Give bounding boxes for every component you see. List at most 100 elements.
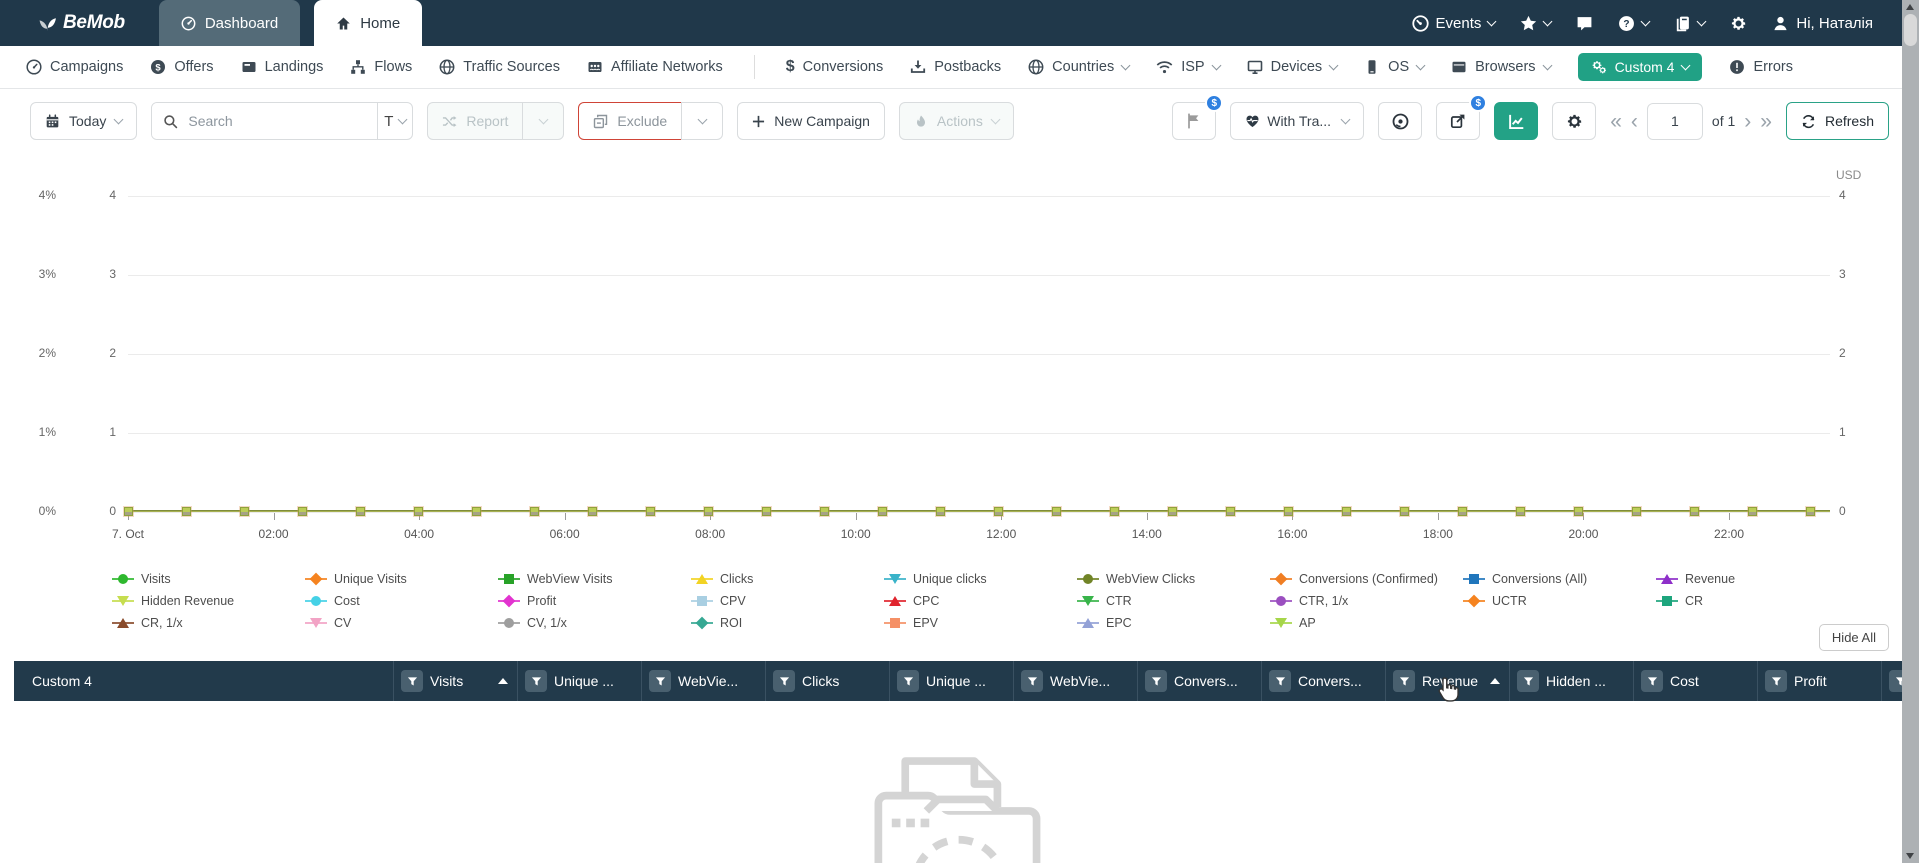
filter-icon[interactable]: [401, 670, 423, 692]
legend-item-unique-visits[interactable]: Unique Visits: [305, 572, 498, 586]
bemob-logo[interactable]: BeMob: [38, 0, 125, 46]
refresh-button[interactable]: Refresh: [1785, 102, 1889, 140]
favorites-menu[interactable]: [1520, 15, 1553, 32]
filter-icon[interactable]: [773, 670, 795, 692]
filter-icon[interactable]: [649, 670, 671, 692]
legend-item-cpv[interactable]: CPV: [691, 594, 884, 608]
legend-item-unique-clicks[interactable]: Unique clicks: [884, 572, 1077, 586]
legend-item-webview-clicks[interactable]: WebView Clicks: [1077, 572, 1270, 586]
nav-landings[interactable]: Landings: [241, 59, 323, 75]
column-header-hidden-revenue[interactable]: Hidden ...: [1510, 661, 1634, 701]
legend-item-webview-visits[interactable]: WebView Visits: [498, 572, 691, 586]
first-page-button[interactable]: «: [1610, 111, 1622, 132]
search-type-dropdown[interactable]: T: [377, 103, 412, 139]
legend-item-conversions-all[interactable]: Conversions (All): [1463, 572, 1656, 586]
legend-item-conversions-confirmed[interactable]: Conversions (Confirmed): [1270, 572, 1463, 586]
nav-devices[interactable]: Devices: [1247, 59, 1339, 75]
legend-item-cv[interactable]: CV: [305, 616, 498, 630]
new-campaign-button[interactable]: New Campaign: [737, 102, 885, 140]
legend-item-uctr[interactable]: UCTR: [1463, 594, 1656, 608]
legend-item-cv-1x[interactable]: CV, 1/x: [498, 616, 691, 630]
legend-item-ap[interactable]: AP: [1270, 616, 1463, 630]
column-header-custom-4[interactable]: Custom 4: [14, 661, 394, 701]
last-page-button[interactable]: »: [1760, 111, 1772, 132]
legend-item-visits[interactable]: Visits: [112, 572, 305, 586]
legend-item-epv[interactable]: EPV: [884, 616, 1077, 630]
actions-button[interactable]: Actions: [898, 102, 1014, 140]
column-header-unique-clicks[interactable]: Unique ...: [890, 661, 1014, 701]
prev-page-button[interactable]: ‹: [1631, 111, 1638, 132]
filter-icon[interactable]: [1021, 670, 1043, 692]
column-settings-button[interactable]: [1552, 102, 1597, 140]
search-input[interactable]: [152, 103, 378, 139]
feedback-button[interactable]: [1576, 15, 1593, 32]
nav-errors[interactable]: Errors: [1729, 59, 1793, 75]
nav-custom-4[interactable]: Custom 4: [1577, 53, 1703, 81]
page-number-input[interactable]: [1646, 102, 1703, 140]
legend-item-revenue[interactable]: Revenue: [1656, 572, 1849, 586]
filter-icon[interactable]: [897, 670, 919, 692]
visibility-button[interactable]: [1378, 102, 1423, 140]
legend-item-hidden-revenue[interactable]: Hidden Revenue: [112, 594, 305, 608]
nav-campaigns[interactable]: Campaigns: [26, 59, 123, 75]
legend-item-roi[interactable]: ROI: [691, 616, 884, 630]
column-header-visits[interactable]: Visits: [394, 661, 518, 701]
filter-icon[interactable]: [1517, 670, 1539, 692]
nav-countries[interactable]: Countries: [1028, 59, 1131, 75]
nav-flows[interactable]: Flows: [350, 59, 412, 75]
filter-icon[interactable]: [1765, 670, 1787, 692]
legend-item-cr[interactable]: CR: [1656, 594, 1849, 608]
column-header-profit[interactable]: Profit: [1758, 661, 1882, 701]
settings-button[interactable]: [1730, 15, 1747, 32]
help-menu[interactable]: ?: [1618, 15, 1651, 32]
column-header-webview-visits[interactable]: WebVie...: [642, 661, 766, 701]
legend-item-cost[interactable]: Cost: [305, 594, 498, 608]
legend-item-cr-1x[interactable]: CR, 1/x: [112, 616, 305, 630]
nav-conversions[interactable]: $ Conversions: [786, 59, 884, 76]
filter-icon[interactable]: [525, 670, 547, 692]
scroll-down-arrow[interactable]: [1906, 853, 1914, 859]
legend-item-clicks[interactable]: Clicks: [691, 572, 884, 586]
tab-home[interactable]: Home: [314, 0, 423, 46]
legend-item-cpc[interactable]: CPC: [884, 594, 1077, 608]
tab-dashboard[interactable]: Dashboard: [158, 0, 301, 46]
vertical-scrollbar[interactable]: [1902, 0, 1919, 863]
nav-affiliate-networks[interactable]: Affiliate Networks: [587, 59, 723, 75]
filter-icon[interactable]: [1145, 670, 1167, 692]
filter-icon[interactable]: [1393, 670, 1415, 692]
column-header-unique-visits[interactable]: Unique ...: [518, 661, 642, 701]
legend-item-ctr[interactable]: CTR: [1077, 594, 1270, 608]
nav-isp[interactable]: ISP: [1156, 59, 1222, 75]
nav-os[interactable]: OS: [1364, 59, 1426, 75]
legend-item-epc[interactable]: EPC: [1077, 616, 1270, 630]
next-page-button[interactable]: ›: [1744, 111, 1751, 132]
column-header-clicks[interactable]: Clicks: [766, 661, 890, 701]
export-button[interactable]: $: [1436, 94, 1488, 140]
legend-item-profit[interactable]: Profit: [498, 594, 691, 608]
flag-filter-button[interactable]: $: [1172, 94, 1224, 140]
nav-postbacks[interactable]: Postbacks: [910, 59, 1001, 75]
filter-icon[interactable]: [1269, 670, 1291, 692]
column-header-revenue[interactable]: Revenue: [1386, 661, 1510, 701]
exclude-dropdown-button[interactable]: [681, 102, 724, 140]
column-header-conversions-all[interactable]: Convers...: [1262, 661, 1386, 701]
hide-all-button[interactable]: Hide All: [1818, 624, 1889, 651]
scrollbar-thumb[interactable]: [1904, 14, 1917, 46]
exclude-button[interactable]: Exclude: [578, 102, 683, 140]
column-header-conversions-confirmed[interactable]: Convers...: [1138, 661, 1262, 701]
legend-item-ctr-1x[interactable]: CTR, 1/x: [1270, 594, 1463, 608]
date-range-button[interactable]: Today: [30, 102, 138, 140]
column-header-webview-clicks[interactable]: WebVie...: [1014, 661, 1138, 701]
events-menu[interactable]: Events: [1411, 15, 1497, 32]
scroll-up-arrow[interactable]: [1906, 4, 1914, 10]
resources-menu[interactable]: [1674, 15, 1707, 32]
account-menu[interactable]: Hi, Наталія: [1772, 15, 1873, 32]
report-dropdown-button[interactable]: [522, 102, 565, 140]
filter-icon[interactable]: [1641, 670, 1663, 692]
nav-browsers[interactable]: Browsers: [1451, 59, 1553, 75]
traffic-filter-dropdown[interactable]: With Tra...: [1230, 102, 1365, 140]
column-header-cost[interactable]: Cost: [1634, 661, 1758, 701]
nav-offers[interactable]: $ Offers: [150, 59, 214, 75]
chart-toggle-button[interactable]: [1494, 102, 1539, 140]
report-button[interactable]: Report: [427, 102, 524, 140]
